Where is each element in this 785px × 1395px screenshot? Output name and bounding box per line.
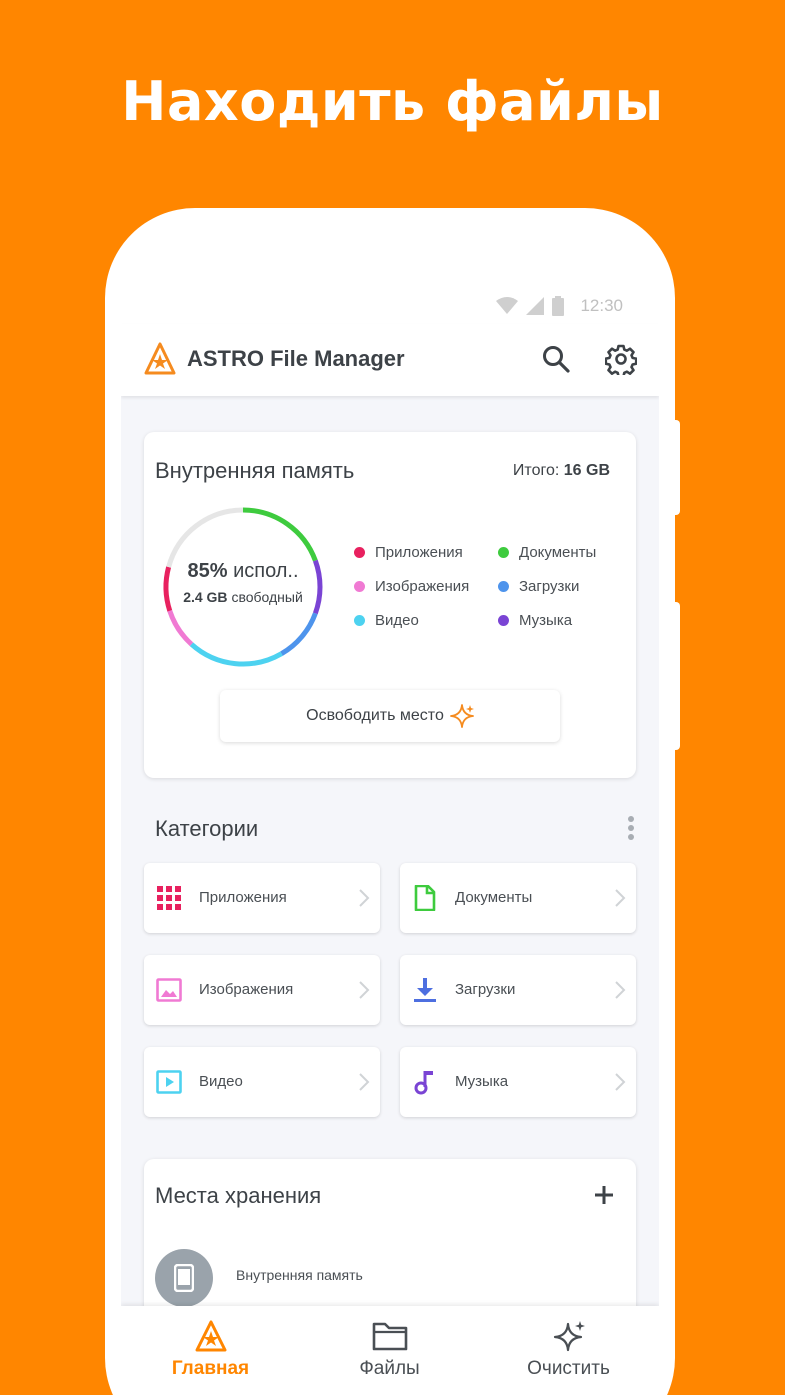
gear-icon[interactable] — [605, 343, 637, 375]
nav-files[interactable]: Файлы — [300, 1306, 479, 1395]
legend-label: Приложения — [375, 544, 463, 561]
ring-segment-documents — [242, 507, 318, 562]
legend-dot — [354, 547, 365, 558]
nav-clean[interactable]: Очистить — [479, 1306, 658, 1395]
document-icon — [414, 885, 436, 911]
storage-usage-text: 85% испол.. 2.4 GB свободный — [160, 560, 326, 605]
sparkle-icon — [449, 704, 474, 728]
bottom-nav: Главная Файлы Очистить — [121, 1306, 659, 1395]
used-suffix: испол.. — [233, 560, 299, 582]
video-icon — [156, 1070, 182, 1094]
nav-label: Главная — [171, 1358, 250, 1379]
place-label[interactable]: Внутренняя память — [236, 1267, 363, 1283]
promo-title: Находить файлы — [121, 70, 664, 133]
legend-label: Загрузки — [519, 578, 580, 595]
category-label: Изображения — [199, 981, 294, 998]
category-music[interactable]: Музыка — [400, 1047, 636, 1117]
legend-dot — [498, 615, 509, 626]
battery-icon — [552, 296, 565, 316]
legend-item-images: Изображения — [354, 578, 469, 595]
free-suffix: свободный — [231, 589, 303, 605]
phone-side-button — [672, 602, 680, 750]
chevron-right-icon — [359, 981, 370, 999]
ring-segment-free — [166, 507, 244, 568]
wifi-icon — [496, 297, 519, 314]
apps-grid-icon — [157, 886, 181, 910]
legend-label: Видео — [375, 612, 419, 629]
legend-dot — [354, 581, 365, 592]
category-label: Загрузки — [455, 981, 516, 998]
free-value: 2.4 GB — [183, 589, 228, 605]
storage-card[interactable]: Внутренняя память Итого: 16 GB 85% испол… — [144, 432, 636, 778]
free-space-label: Освободить место — [306, 707, 444, 724]
download-icon — [414, 978, 436, 1002]
category-label: Музыка — [455, 1073, 509, 1090]
more-vert-icon[interactable] — [627, 815, 635, 841]
total-value: 16 GB — [563, 462, 610, 479]
chevron-right-icon — [615, 981, 626, 999]
cell-signal-icon — [526, 297, 545, 315]
search-icon[interactable] — [541, 344, 571, 374]
chevron-right-icon — [615, 889, 626, 907]
legend-label: Музыка — [519, 612, 573, 629]
category-apps[interactable]: Приложения — [144, 863, 380, 933]
phone-icon — [174, 1264, 194, 1292]
phone-side-button — [672, 420, 680, 515]
used-percent: 85% — [187, 560, 228, 582]
storage-heading: Внутренняя память — [155, 458, 355, 483]
status-bar: 12:30 — [121, 288, 659, 324]
storage-total: Итого: 16 GB — [513, 462, 610, 480]
legend-dot — [354, 615, 365, 626]
add-icon[interactable] — [594, 1185, 614, 1205]
category-label: Приложения — [199, 889, 287, 906]
image-icon — [156, 978, 182, 1002]
sparkle-icon — [553, 1321, 585, 1352]
astro-logo-icon — [144, 342, 176, 375]
ring-segment-images — [167, 609, 194, 647]
music-icon — [414, 1071, 433, 1095]
category-downloads[interactable]: Загрузки — [400, 955, 636, 1025]
legend-item-music: Музыка — [498, 612, 572, 629]
ring-segment-video — [189, 642, 283, 667]
legend-label: Изображения — [375, 578, 470, 595]
category-documents[interactable]: Документы — [400, 863, 636, 933]
astro-logo-icon — [195, 1320, 226, 1352]
nav-home[interactable]: Главная — [121, 1306, 300, 1395]
clock: 12:30 — [580, 296, 623, 315]
folder-icon — [372, 1322, 407, 1351]
internal-storage-avatar[interactable] — [155, 1249, 213, 1307]
app-title: ASTRO File Manager — [187, 346, 405, 371]
nav-label: Очистить — [527, 1358, 610, 1379]
categories-title: Категории — [155, 816, 259, 841]
category-video[interactable]: Видео — [144, 1047, 380, 1117]
legend-dot — [498, 547, 509, 558]
chevron-right-icon — [359, 889, 370, 907]
category-label: Документы — [455, 889, 533, 906]
ring-segment-downloads — [280, 612, 318, 656]
app-screen: 12:30 ASTRO File Manager Внутренняя памя… — [121, 288, 659, 1395]
free-space-button[interactable]: Освободить место — [220, 690, 560, 742]
nav-label: Файлы — [359, 1358, 420, 1379]
legend-item-apps: Приложения — [354, 544, 463, 561]
places-title: Места хранения — [155, 1183, 322, 1208]
category-images[interactable]: Изображения — [144, 955, 380, 1025]
chevron-right-icon — [615, 1073, 626, 1091]
legend-item-downloads: Загрузки — [498, 578, 579, 595]
legend-item-documents: Документы — [498, 544, 596, 561]
legend-label: Документы — [519, 544, 597, 561]
category-label: Видео — [199, 1073, 243, 1090]
total-label: Итого: — [512, 462, 560, 479]
app-bar: ASTRO File Manager — [121, 324, 659, 396]
legend-dot — [498, 581, 509, 592]
chevron-right-icon — [359, 1073, 370, 1091]
legend-item-video: Видео — [354, 612, 419, 629]
